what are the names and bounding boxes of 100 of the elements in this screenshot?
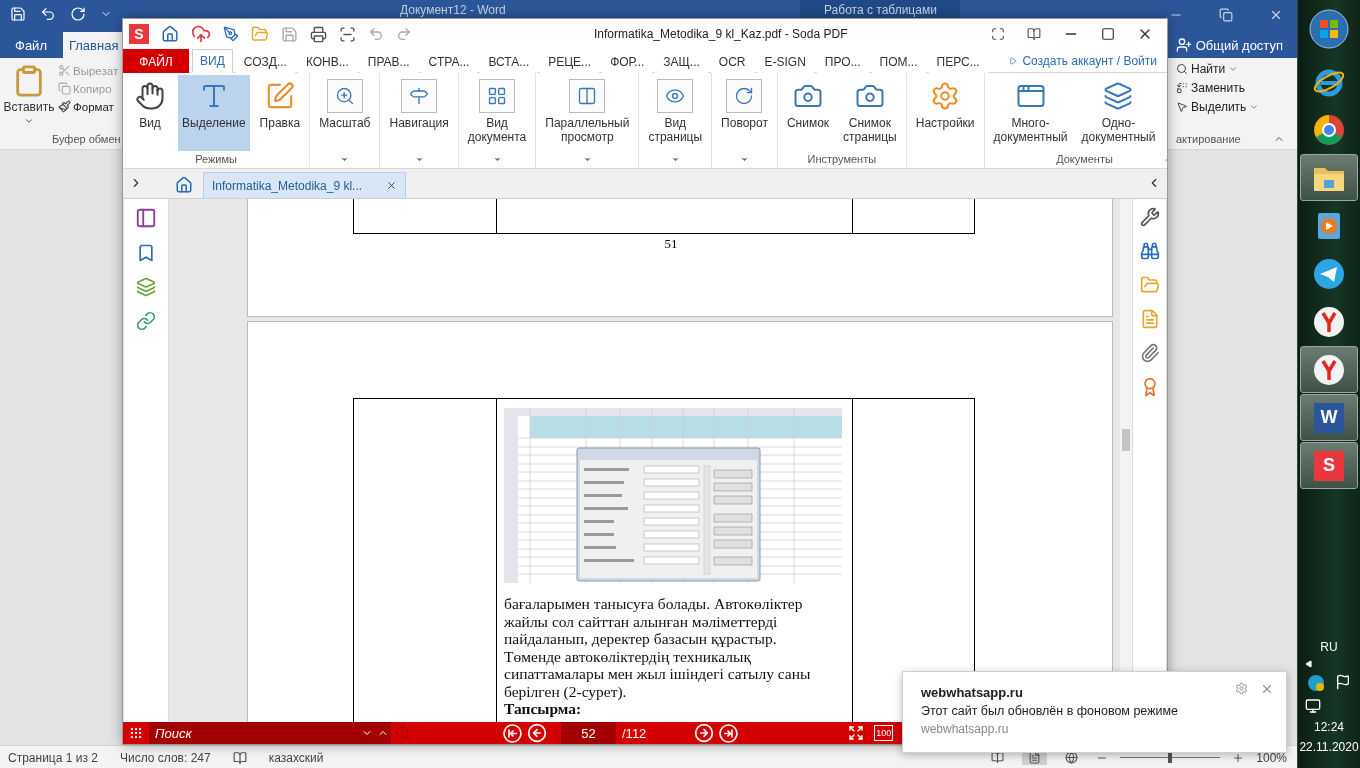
ribbon-tab[interactable]: ВИД [192,49,233,73]
group-label: Режимы [195,153,237,165]
triangle-icon [1009,56,1018,65]
previous-page-icon[interactable] [527,723,547,743]
window-title: Документ12 - Word [400,2,507,17]
grip-icon[interactable] [129,726,143,740]
maximize-icon[interactable] [1101,27,1115,41]
notification-source: webwhatsapp.ru [921,722,1009,736]
ribbon-button[interactable]: Выделение [178,75,250,151]
ribbon-button[interactable]: Поворот [717,75,772,151]
layers-icon [1103,81,1134,111]
caret-icon[interactable] [375,722,391,744]
taskbar-button[interactable] [1300,154,1358,201]
ribbon-button[interactable]: Снимок страницы [839,75,901,151]
pen-icon[interactable] [223,26,239,42]
close-icon[interactable] [386,180,398,191]
ribbon-tab[interactable]: Главная [62,32,125,58]
layers-icon[interactable] [136,277,156,297]
group-label: актирование [1176,133,1241,145]
telegram-icon [1313,257,1345,290]
editing-item[interactable]: Найти [1176,62,1297,76]
ribbon-button[interactable]: Правка [255,75,305,151]
app-logo: S [129,24,149,44]
last-page-icon[interactable] [719,723,739,743]
zoom-slider[interactable] [1120,752,1221,763]
binoculars-icon[interactable] [1139,241,1160,261]
antivirus-icon[interactable] [1307,674,1325,692]
fullscreen-icon[interactable] [991,27,1005,41]
zoom-icon [334,86,355,106]
editing-item[interactable]: Выделить [1176,100,1297,114]
cloud-icon[interactable] [191,24,211,44]
network-icon[interactable] [1305,698,1322,714]
ribbon-button[interactable]: Много- документный [989,75,1072,151]
tray-arrow-icon[interactable] [1305,660,1314,668]
scissors-icon [58,64,71,77]
ribbon-button[interactable]: Настройки [911,75,979,151]
link-icon[interactable] [136,311,156,331]
next-page-icon[interactable] [694,723,715,743]
grid-icon [487,86,507,106]
taskbar-button[interactable]: W [1300,394,1358,441]
ribbon-button[interactable]: Снимок [782,75,834,151]
page-input[interactable]: 52 [561,722,616,744]
undo-icon[interactable] [40,6,56,22]
redo-icon[interactable] [70,6,86,22]
ribbon-button[interactable]: Одно- документный [1077,75,1160,151]
taskbar-button[interactable] [1300,346,1358,393]
search-field[interactable]: Поиск [149,722,359,744]
clipboard-item[interactable]: Формат [58,100,119,113]
actual-size-button[interactable]: 100 [874,725,894,741]
text-line: Төменде автокөліктердің техникалық [504,647,752,665]
thumbnails-icon[interactable] [135,207,157,229]
first-page-icon[interactable] [503,723,522,743]
flag-icon[interactable] [1335,674,1351,690]
proofing-icon[interactable] [232,751,247,765]
restore-icon[interactable] [1219,8,1233,22]
page-count: Страница 1 из 2 [8,751,98,765]
paperclip-icon[interactable] [1139,343,1160,363]
soda-pdf-icon: S [1314,450,1344,481]
start-orb-icon [1309,9,1349,49]
browser-icon [1313,113,1345,146]
group-label: Инструменты [807,153,877,165]
print-preview-icon[interactable] [339,25,356,43]
replace-icon [1176,82,1188,94]
print-icon[interactable] [310,25,327,43]
language-label: казахский [268,751,324,765]
text-line: жайлы сол сайттан алынған мәліметтерді [504,612,779,630]
page-total: /112 [622,725,647,741]
clock-time[interactable]: 12:24 [1313,720,1344,734]
account-link[interactable]: Создать аккаунт / Войти [1009,49,1157,72]
zoom-in-icon[interactable] [1232,751,1245,764]
editing-item[interactable]: Заменить [1176,81,1297,95]
fit-page-icon[interactable] [848,725,865,741]
hand-icon [135,81,165,111]
ribbon-button[interactable]: Навигация [385,75,453,151]
home-icon[interactable] [175,176,193,194]
clock-date[interactable]: 22.11.2020 [1299,740,1359,754]
ribbon-button[interactable]: Вид документа [463,75,531,151]
ribbon-tab[interactable]: Файл [5,32,57,58]
language-indicator[interactable]: RU [1320,640,1338,654]
paste-button[interactable]: Вставить [2,62,56,128]
ribbon-button[interactable]: Вид страницы [644,75,707,151]
wrench-icon[interactable] [1139,207,1160,227]
taskbar-button[interactable]: S [1300,442,1358,489]
copy-icon [58,82,71,95]
yandex-browser-icon [1313,305,1345,338]
ribbon-button[interactable]: Вид [128,75,172,151]
page-icon [1028,751,1042,764]
text-line: сипаттамалары мен жыл ішіндегі сатылу саны [504,665,812,683]
file-menu-tab[interactable]: ФАЙЛ [123,49,189,73]
home-icon[interactable] [161,25,179,43]
document-tab[interactable]: Informatika_Metodika_9 kl... [203,172,407,198]
reading-icon[interactable] [1027,27,1041,41]
word-count: Число слов: 247 [119,751,211,765]
ribbon-button[interactable]: Параллельный просмотр [541,75,634,151]
group-label: Документы [1056,153,1113,165]
share-button[interactable]: Общий доступ [1169,36,1289,54]
search-icon [1176,63,1188,75]
ribbon-button[interactable]: Масштаб [315,75,375,151]
bookmark-icon[interactable] [136,243,156,263]
globe-icon [1065,751,1079,764]
